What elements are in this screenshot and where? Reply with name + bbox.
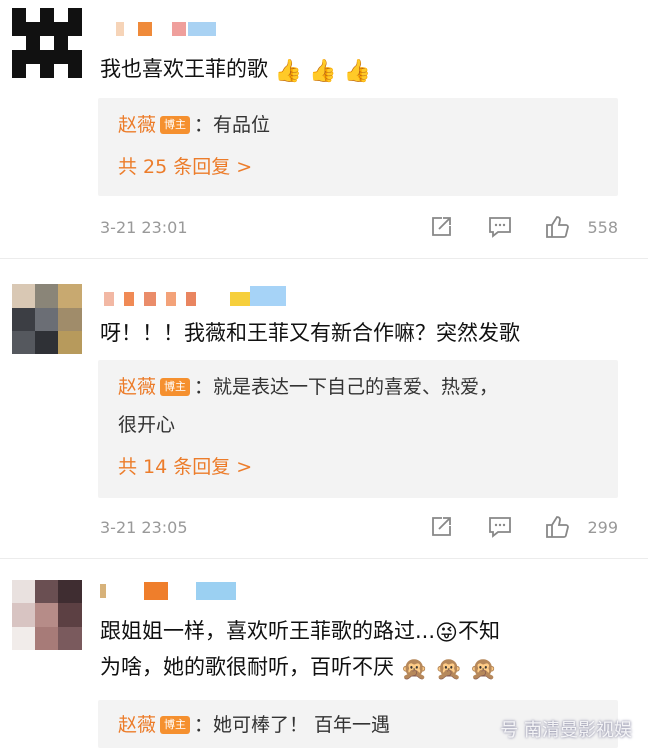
reply-author[interactable]: 赵薇 bbox=[118, 376, 156, 398]
thumbs-up-icon: 👍 👍 👍 bbox=[274, 59, 371, 84]
timestamp: 3-21 23:05 bbox=[100, 518, 188, 537]
like-count: 299 bbox=[587, 518, 618, 537]
avatar[interactable] bbox=[12, 580, 82, 650]
comment-text: 呀！！！我薇和王菲又有新合作嘛？突然发歌 bbox=[100, 321, 520, 345]
blogger-badge: 博主 bbox=[160, 716, 191, 734]
avatar[interactable] bbox=[12, 284, 82, 354]
reply-text: ：就是表达一下自己的喜爱、热爱， bbox=[194, 376, 499, 398]
share-icon[interactable] bbox=[428, 214, 454, 240]
reply-author[interactable]: 赵薇 bbox=[118, 714, 156, 736]
share-icon[interactable] bbox=[428, 514, 454, 540]
divider bbox=[0, 258, 648, 259]
like-count: 558 bbox=[587, 218, 618, 237]
comment-text-line2: 为啥，她的歌很耐听，百听不厌 🙊 🙊 🙊 bbox=[100, 655, 497, 682]
monkey-icon: 🙊 🙊 🙊 bbox=[400, 657, 497, 682]
more-replies-link[interactable]: 共 14 条回复 > bbox=[118, 456, 252, 478]
timestamp: 3-21 23:01 bbox=[100, 218, 188, 237]
reply-text-line2: 很开心 bbox=[118, 414, 176, 436]
blogger-badge: 博主 bbox=[160, 116, 191, 134]
divider bbox=[0, 558, 648, 559]
comment-icon[interactable] bbox=[487, 214, 513, 240]
comment-text: 跟姐姐一样，喜欢听王菲歌的路过...😜不知 bbox=[100, 619, 500, 646]
reply-text: ：有品位 bbox=[194, 114, 271, 136]
avatar[interactable] bbox=[12, 8, 82, 78]
comment-footer: 3-21 23:01 558 bbox=[100, 212, 630, 242]
reply-box[interactable]: 赵薇 博主 ：就是表达一下自己的喜爱、热爱， 很开心 共 14 条回复 > bbox=[98, 360, 618, 498]
comment-text: 我也喜欢王菲的歌 👍 👍 👍 bbox=[100, 57, 371, 84]
reply-author[interactable]: 赵薇 bbox=[118, 114, 156, 136]
comment-icon[interactable] bbox=[487, 514, 513, 540]
more-replies-link[interactable]: 共 25 条回复 > bbox=[118, 156, 252, 178]
like-icon[interactable] bbox=[544, 214, 570, 240]
reply-text: ：她可棒了！ 百年一遇 bbox=[194, 714, 391, 736]
watermark: 号 南清曼影视娱 bbox=[500, 720, 632, 741]
comment-footer: 3-21 23:05 299 bbox=[100, 512, 630, 542]
blogger-badge: 博主 bbox=[160, 378, 191, 396]
like-icon[interactable] bbox=[544, 514, 570, 540]
reply-box[interactable]: 赵薇 博主 ：有品位 共 25 条回复 > bbox=[98, 98, 618, 196]
wink-tongue-icon: 😜 bbox=[435, 621, 458, 646]
